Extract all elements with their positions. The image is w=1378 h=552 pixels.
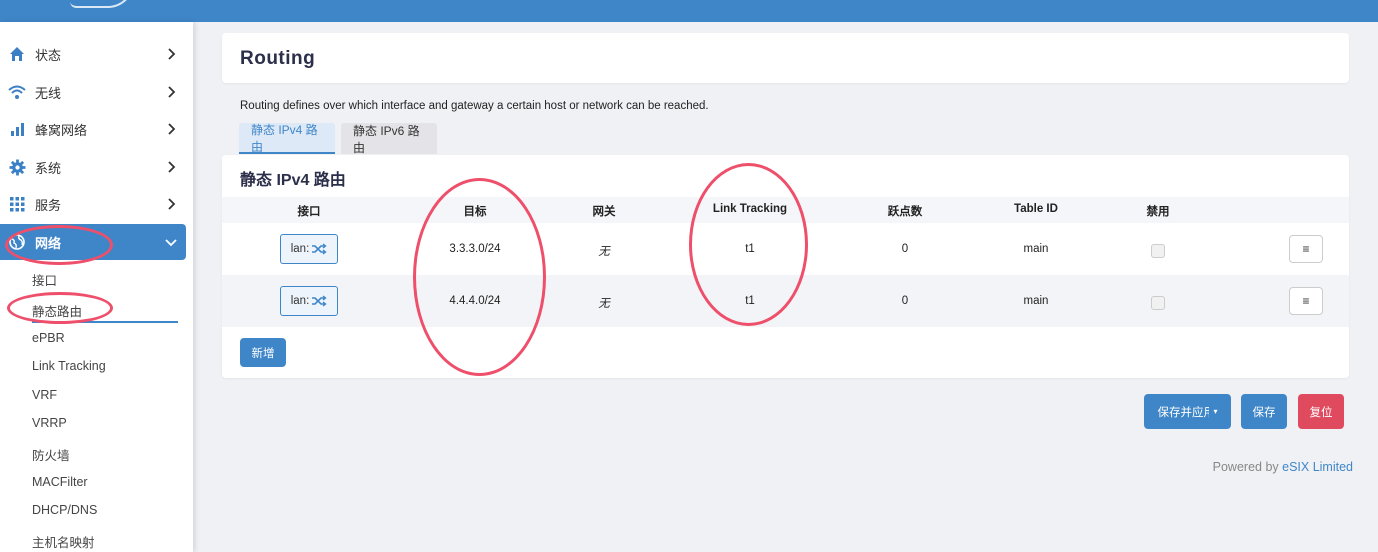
sidebar-subitem-dhcp-dns[interactable]: DHCP/DNS [32, 503, 97, 517]
interface-badge[interactable]: lan: [280, 286, 338, 316]
cell-gateway: 无 [598, 298, 610, 310]
column-header-table-id: Table ID [1014, 203, 1058, 215]
column-header-target: 目标 [463, 206, 487, 218]
column-header-gateway: 网关 [592, 206, 616, 218]
logo-arc [70, 0, 134, 8]
add-route-button[interactable]: 新增 [240, 338, 286, 367]
sidebar-item-cellular[interactable]: 蜂窝网络 [0, 111, 186, 147]
chevron-right-icon [168, 86, 176, 98]
shuffle-icon [311, 295, 327, 307]
row-menu-button[interactable]: ≡ [1289, 235, 1323, 263]
sidebar-item-system[interactable]: 系统 [0, 149, 186, 185]
cell-target: 3.3.3.0/24 [449, 243, 501, 255]
cell-table-id: main [1023, 243, 1049, 255]
sidebar-subitem-epbr[interactable]: ePBR [32, 331, 65, 345]
sidebar-subitem-vrrp[interactable]: VRRP [32, 416, 67, 430]
sidebar-item-wireless[interactable]: 无线 [0, 74, 186, 110]
interface-label: lan: [290, 243, 310, 255]
top-header-bar [0, 0, 1378, 22]
sidebar-item-status[interactable]: 状态 [0, 36, 186, 72]
column-header-link-tracking: Link Tracking [712, 203, 788, 215]
sidebar-item-label: 系统 [35, 160, 62, 176]
table-row [222, 223, 1349, 275]
sidebar-subitem-macfilter[interactable]: MACFilter [32, 475, 88, 489]
sidebar-item-label: 无线 [35, 85, 62, 101]
row-menu-button[interactable]: ≡ [1289, 287, 1323, 315]
wifi-icon [8, 83, 26, 101]
signal-bars-icon [8, 120, 26, 138]
table-row [222, 275, 1349, 327]
sidebar-subitem-vrf[interactable]: VRF [32, 388, 57, 402]
column-header-interface: 接口 [297, 206, 321, 218]
shuffle-icon [311, 243, 327, 255]
sidebar-item-label: 状态 [35, 47, 62, 63]
section-title: 静态 IPv4 路由 [240, 172, 346, 189]
cell-table-id: main [1023, 295, 1049, 307]
sidebar-subitem-static-routes[interactable]: 静态路由 [32, 301, 82, 320]
sidebar-subitem-firewall[interactable]: 防火墙 [32, 445, 70, 464]
tab-static-ipv4[interactable]: 静态 IPv4 路由 [239, 123, 335, 154]
reset-button[interactable]: 复位 [1298, 394, 1344, 429]
sidebar-item-services[interactable]: 服务 [0, 186, 186, 222]
chevron-down-icon [165, 239, 177, 247]
footer: Powered by eSIX Limited [1213, 460, 1353, 474]
sidebar-subitem-hostnames[interactable]: 主机名映射 [32, 532, 95, 551]
sidebar-item-label: 服务 [35, 197, 62, 213]
caret-down-icon: ▾ [1213, 407, 1218, 416]
cell-link-tracking: t1 [745, 243, 755, 255]
sidebar-item-label: 网络 [35, 235, 62, 251]
page-description: Routing defines over which interface and… [240, 100, 709, 112]
grid-icon [8, 195, 26, 213]
interface-label: lan: [290, 295, 310, 307]
sidebar-subitem-interfaces[interactable]: 接口 [32, 270, 57, 289]
cell-link-tracking: t1 [745, 295, 755, 307]
chevron-right-icon [168, 123, 176, 135]
page-title: Routing [240, 48, 316, 69]
sidebar-item-label: 蜂窝网络 [35, 122, 88, 138]
chevron-right-icon [168, 161, 176, 173]
column-header-disable: 禁用 [1146, 206, 1170, 218]
interface-badge[interactable]: lan: [280, 234, 338, 264]
cell-metric: 0 [901, 243, 909, 255]
active-subitem-underline [32, 321, 178, 323]
sidebar: 状态 无线 蜂窝网络 系统 服务 网络 接口 静态路由 ePBR Link Tr… [0, 22, 193, 552]
footer-prefix: Powered by [1212, 460, 1283, 474]
chevron-right-icon [168, 48, 176, 60]
sidebar-item-network[interactable]: 网络 [0, 224, 186, 260]
gear-icon [8, 158, 26, 176]
title-card [222, 33, 1349, 83]
disable-checkbox[interactable] [1151, 244, 1165, 258]
cell-metric: 0 [901, 295, 909, 307]
tab-static-ipv6[interactable]: 静态 IPv6 路由 [341, 123, 437, 155]
sidebar-subitem-link-tracking[interactable]: Link Tracking [32, 359, 106, 373]
cell-target: 4.4.4.0/24 [449, 295, 501, 307]
footer-link[interactable]: eSIX Limited [1282, 460, 1353, 474]
save-button[interactable]: 保存 [1241, 394, 1287, 429]
home-icon [8, 45, 26, 63]
globe-icon [8, 233, 26, 251]
column-header-metric: 跃点数 [887, 206, 923, 218]
cell-gateway: 无 [598, 246, 610, 258]
save-apply-label: 保存并应用 [1157, 406, 1210, 419]
save-apply-button[interactable]: 保存并应用 ▾ [1144, 394, 1231, 429]
disable-checkbox[interactable] [1151, 296, 1165, 310]
chevron-right-icon [168, 198, 176, 210]
